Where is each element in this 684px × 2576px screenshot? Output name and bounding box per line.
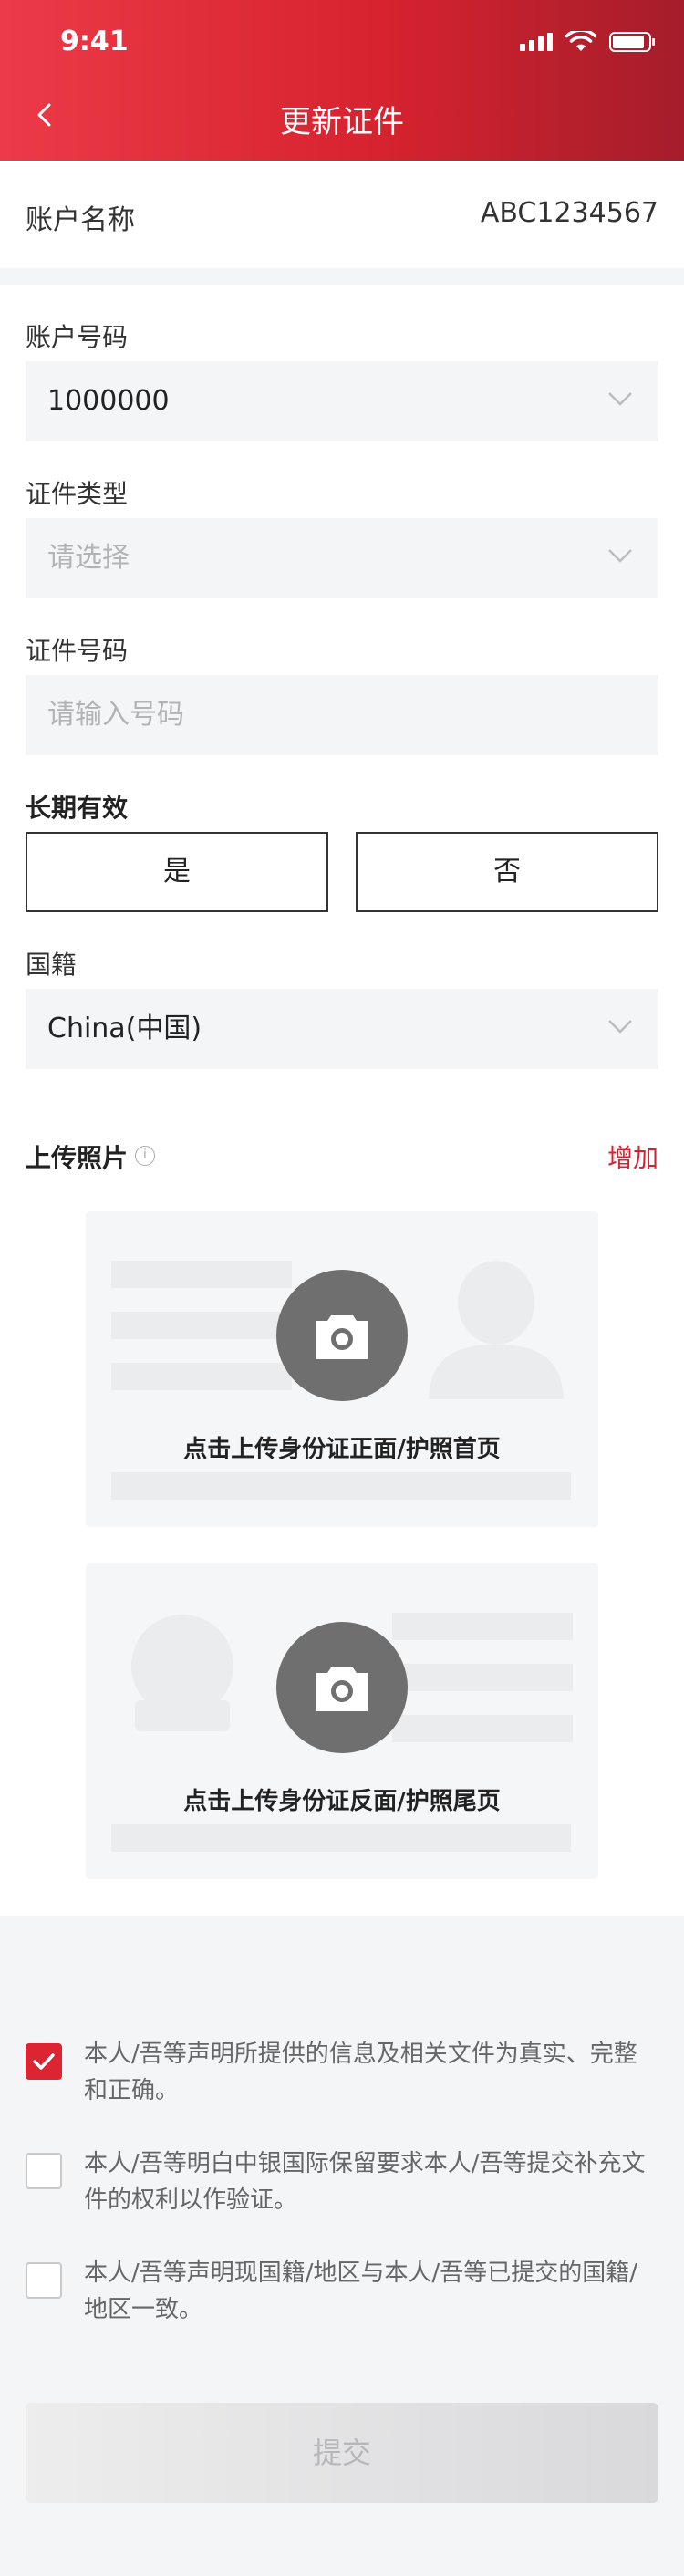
declaration-checkbox-1[interactable]	[26, 2043, 62, 2080]
account-number-label: 账户号码	[26, 322, 129, 352]
nationality-select[interactable]: China(中国)	[26, 989, 658, 1069]
page-title: 更新证件	[280, 104, 404, 140]
battery-icon	[609, 32, 655, 52]
placeholder-bar	[111, 1824, 571, 1852]
camera-button[interactable]	[276, 1270, 408, 1401]
declaration-checkbox-2[interactable]	[26, 2153, 62, 2189]
wifi-icon	[565, 31, 596, 51]
chevron-down-icon	[608, 392, 632, 406]
update-id-form: 账户号码 1000000 证件类型 请选择 证件号码 请输入号码 长期有效 是 …	[0, 285, 684, 1916]
account-name-row: 账户名称 ABC1234567	[0, 161, 684, 268]
camera-button[interactable]	[276, 1622, 408, 1753]
chevron-down-icon	[608, 1020, 632, 1034]
status-icons	[520, 31, 655, 53]
person-silhouette-icon	[429, 1261, 564, 1399]
checkmark-icon	[33, 2053, 55, 2070]
upload-photo-label: 上传照片	[26, 1143, 129, 1173]
placeholder-bar	[392, 1664, 573, 1691]
info-icon[interactable]: i	[135, 1146, 155, 1166]
chevron-down-icon	[608, 549, 632, 563]
account-number-value: 1000000	[47, 385, 170, 417]
placeholder-bar	[111, 1261, 292, 1288]
long-term-label: 长期有效	[26, 793, 129, 823]
long-term-yes-button[interactable]: 是	[26, 832, 328, 912]
declaration-text-1: 本人/吾等声明所提供的信息及相关文件为真实、完整和正确。	[84, 2041, 637, 2104]
camera-icon	[316, 1667, 368, 1711]
camera-icon	[316, 1315, 368, 1359]
declaration-text-2: 本人/吾等明白中银国际保留要求本人/吾等提交补充文件的权利以作验证。	[84, 2150, 646, 2214]
account-name-label: 账户名称	[26, 204, 135, 236]
signal-icon	[520, 33, 553, 51]
submit-button[interactable]: 提交	[26, 2403, 658, 2503]
declarations-section: 本人/吾等声明所提供的信息及相关文件为真实、完整和正确。 本人/吾等明白中银国际…	[0, 1916, 684, 2576]
upload-back-text: 点击上传身份证反面/护照尾页	[183, 1788, 501, 1815]
account-name-value: ABC1234567	[480, 197, 658, 229]
add-photo-link[interactable]: 增加	[607, 1138, 658, 1175]
placeholder-bar	[392, 1613, 573, 1640]
account-number-select[interactable]: 1000000	[26, 361, 658, 441]
nationality-label: 国籍	[26, 950, 78, 980]
declaration-checkbox-3[interactable]	[26, 2262, 62, 2299]
declaration-text-3: 本人/吾等声明现国籍/地区与本人/吾等已提交的国籍/地区一致。	[84, 2259, 638, 2323]
placeholder-bar	[111, 1312, 292, 1339]
id-number-input[interactable]: 请输入号码	[26, 675, 658, 755]
nationality-value: China(中国)	[47, 1013, 202, 1044]
status-time: 9:41	[60, 26, 129, 57]
placeholder-bar	[111, 1363, 292, 1390]
placeholder-bar	[111, 1472, 571, 1500]
upload-back-card[interactable]: 点击上传身份证反面/护照尾页	[86, 1563, 598, 1879]
id-type-select[interactable]: 请选择	[26, 518, 658, 598]
id-type-placeholder: 请选择	[47, 542, 130, 574]
upload-front-card[interactable]: 点击上传身份证正面/护照首页	[86, 1211, 598, 1527]
nav-header: 9:41 更新证件	[0, 0, 684, 161]
upload-front-text: 点击上传身份证正面/护照首页	[183, 1436, 501, 1463]
long-term-no-button[interactable]: 否	[356, 832, 658, 912]
emblem-placeholder-icon	[131, 1615, 233, 1731]
placeholder-bar	[392, 1715, 573, 1742]
id-number-placeholder: 请输入号码	[47, 699, 184, 731]
id-number-label: 证件号码	[26, 636, 129, 666]
id-type-label: 证件类型	[26, 479, 129, 509]
